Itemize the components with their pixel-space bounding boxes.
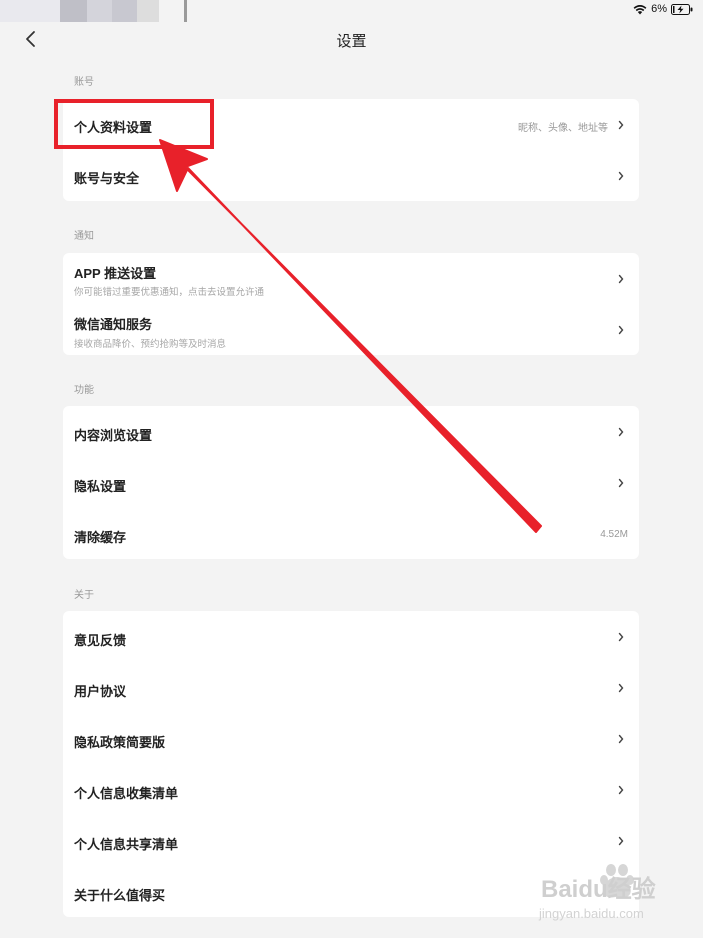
row-subtitle: 接收商品降价、预约抢购等及时消息 [74,339,227,350]
row-title: 隐私设置 [74,479,127,494]
blurred-status-area [60,0,87,22]
battery-charging-icon [671,3,693,15]
row-personal-info-collection[interactable]: 个人信息收集清单 [63,764,639,815]
chevron-right-icon [618,632,624,642]
row-app-push-settings[interactable]: APP 推送设置 你可能错过重要优惠通知，点击去设置允许通 [63,253,639,304]
chevron-right-icon [618,274,624,284]
row-title: APP 推送设置 [74,266,157,281]
row-title: 隐私政策简要版 [74,735,166,750]
chevron-right-icon [618,836,624,846]
row-title: 意见反馈 [74,633,127,648]
chevron-right-icon [618,683,624,693]
cache-size: 4.52M [600,529,628,540]
row-account-security[interactable]: 账号与安全 [63,150,639,201]
row-hint: 昵称、头像、地址等 [518,123,608,134]
row-privacy-policy-brief[interactable]: 隐私政策简要版 [63,713,639,764]
card-notifications: APP 推送设置 你可能错过重要优惠通知，点击去设置允许通 微信通知服务 接收商… [63,253,639,355]
baidu-paw-logo: Baidu经验 jingyan.baidu.com [538,864,656,921]
section-label-features: 功能 [74,385,94,396]
row-title: 关于什么值得买 [74,888,166,903]
blurred-status-area [87,0,112,22]
row-user-agreement[interactable]: 用户协议 [63,662,639,713]
chevron-right-icon [618,785,624,795]
row-privacy-settings[interactable]: 隐私设置 [63,457,639,508]
row-content-browsing[interactable]: 内容浏览设置 [63,406,639,457]
row-profile-settings[interactable]: 个人资料设置 昵称、头像、地址等 [63,99,639,150]
section-label-account: 账号 [74,77,94,88]
row-title: 个人信息共享清单 [74,837,179,852]
wifi-icon [633,4,647,15]
blurred-status-area [137,0,159,22]
chevron-right-icon [618,325,624,335]
nav-bar: 设置 [0,22,703,58]
battery-percent: 6% [651,3,667,15]
row-title: 账号与安全 [74,171,140,186]
row-title: 清除缓存 [74,530,127,545]
baidu-watermark: Baidu经验 jingyan.baidu.com [537,858,687,922]
card-account: 个人资料设置 昵称、头像、地址等 账号与安全 [63,99,639,201]
chevron-right-icon [618,120,624,130]
chevron-right-icon [618,427,624,437]
watermark-url: jingyan.baidu.com [538,906,644,921]
row-title: 个人资料设置 [74,120,153,135]
watermark-brand: Baidu经验 [541,875,656,903]
section-label-notifications: 通知 [74,231,94,242]
row-title: 用户协议 [74,684,127,699]
row-subtitle: 你可能错过重要优惠通知，点击去设置允许通 [74,287,265,298]
chevron-right-icon [618,478,624,488]
status-indicators: 6% [633,3,693,15]
row-title: 内容浏览设置 [74,428,153,443]
row-title: 个人信息收集清单 [74,786,179,801]
row-title: 微信通知服务 [74,317,153,332]
status-bar: 6% [0,0,703,22]
blurred-status-area [184,0,187,22]
blurred-status-area [112,0,137,22]
row-wechat-notify[interactable]: 微信通知服务 接收商品降价、预约抢购等及时消息 [63,304,639,355]
row-clear-cache[interactable]: 清除缓存 4.52M [63,508,639,559]
card-features: 内容浏览设置 隐私设置 清除缓存 4.52M [63,406,639,559]
row-feedback[interactable]: 意见反馈 [63,611,639,662]
chevron-right-icon [618,171,624,181]
blurred-status-area [0,0,60,22]
chevron-right-icon [618,734,624,744]
page-title: 设置 [336,33,367,50]
section-label-about: 关于 [74,590,94,601]
